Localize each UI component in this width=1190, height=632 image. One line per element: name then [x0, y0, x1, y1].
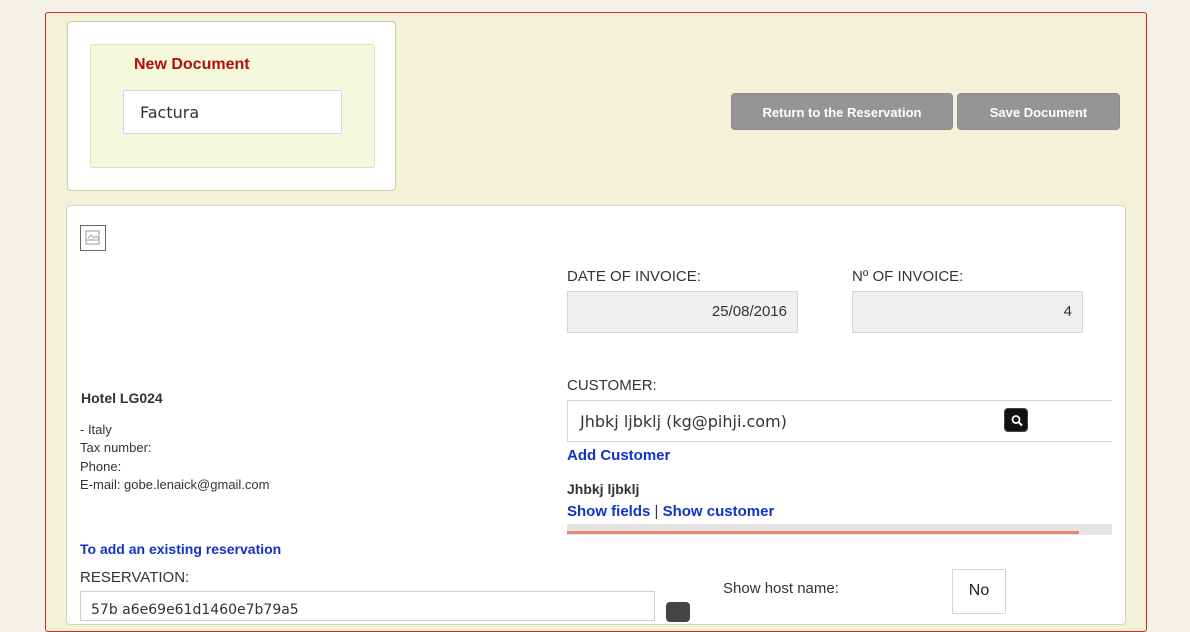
- save-document-button[interactable]: Save Document: [957, 93, 1120, 130]
- hotel-country: - Italy: [80, 422, 112, 437]
- reservation-label: RESERVATION:: [80, 569, 190, 586]
- customer-input[interactable]: Jhbkj ljbklj (kg@pihji.com): [567, 400, 1112, 442]
- invoice-date-field[interactable]: 25/08/2016: [567, 291, 798, 333]
- customer-search-button[interactable]: [1004, 408, 1028, 432]
- reservation-input[interactable]: 57b a6e69e61d1460e7b79a5: [80, 591, 655, 621]
- hotel-name: Hotel LG024: [81, 390, 163, 406]
- page-title: New Document: [134, 56, 250, 73]
- add-existing-reservation-link[interactable]: To add an existing reservation: [80, 541, 281, 557]
- invoice-number-label: Nº OF INVOICE:: [852, 268, 964, 285]
- invoice-date-label: DATE OF INVOICE:: [567, 268, 701, 285]
- search-icon: [1005, 409, 1029, 438]
- invoice-number-field[interactable]: 4: [852, 291, 1083, 333]
- show-host-name-select[interactable]: No: [952, 569, 1006, 614]
- hotel-logo-image: [80, 225, 106, 251]
- return-to-reservation-button[interactable]: Return to the Reservation: [731, 93, 953, 130]
- customer-progress-fill: [567, 531, 1080, 534]
- show-fields-link[interactable]: Show fields: [567, 503, 650, 520]
- hotel-tax-number: Tax number:: [80, 440, 152, 455]
- show-customer-link[interactable]: Show customer: [663, 503, 775, 520]
- customer-links: Show fields | Show customer: [567, 503, 774, 520]
- document-type-select[interactable]: Factura: [123, 90, 342, 134]
- hotel-email: E-mail: gobe.lenaick@gmail.com: [80, 477, 270, 492]
- customer-label: CUSTOMER:: [567, 377, 657, 394]
- add-customer-link[interactable]: Add Customer: [567, 447, 670, 464]
- customer-progress-bar: [567, 524, 1112, 535]
- link-separator: |: [654, 503, 659, 520]
- customer-name: Jhbkj ljbklj: [567, 481, 640, 497]
- show-host-name-label: Show host name:: [723, 580, 839, 597]
- reservation-search-button[interactable]: [666, 602, 690, 622]
- hotel-phone: Phone:: [80, 459, 122, 474]
